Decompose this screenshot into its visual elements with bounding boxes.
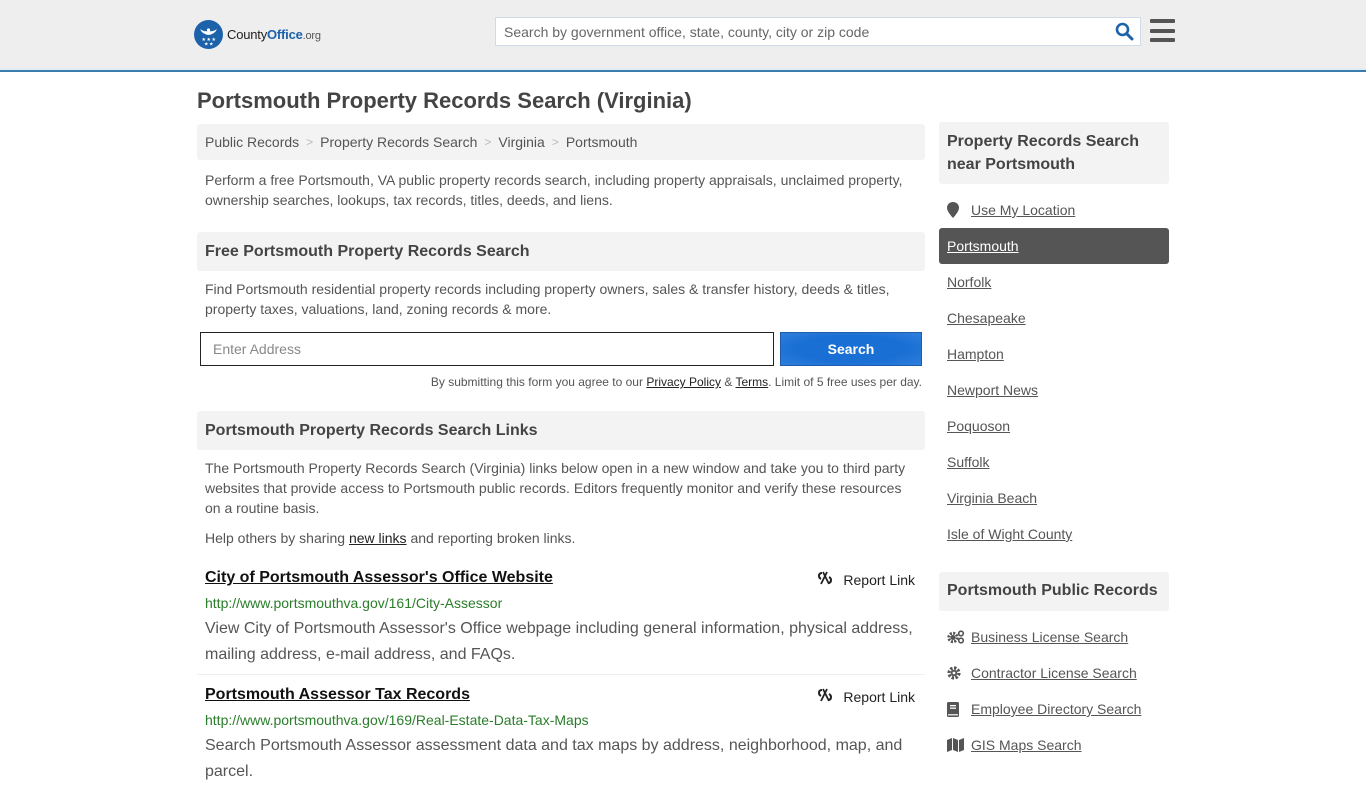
public-record-link[interactable]: Employee Directory Search (971, 701, 1141, 717)
nearby-link[interactable]: Norfolk (947, 274, 991, 290)
nearby-item-virginia-beach[interactable]: Virginia Beach (939, 480, 1169, 516)
hamburger-menu-icon[interactable] (1150, 19, 1175, 42)
public-record-gis-maps[interactable]: GIS Maps Search (939, 727, 1169, 763)
nearby-heading: Property Records Search near Portsmouth (939, 122, 1169, 184)
nearby-link[interactable]: Chesapeake (947, 310, 1026, 326)
terms-prefix: By submitting this form you agree to our (430, 375, 647, 389)
nearby-link[interactable]: Virginia Beach (947, 490, 1037, 506)
link-title[interactable]: Portsmouth Assessor Tax Records (205, 686, 470, 704)
breadcrumb-public-records[interactable]: Public Records (205, 134, 299, 150)
use-my-location-link[interactable]: Use My Location (971, 202, 1075, 218)
nearby-item-poquoson[interactable]: Poquoson (939, 408, 1169, 444)
nearby-item-portsmouth[interactable]: Portsmouth (939, 228, 1169, 264)
free-search-heading: Free Portsmouth Property Records Search (197, 232, 925, 271)
nearby-link[interactable]: Suffolk (947, 454, 990, 470)
public-record-employee-directory[interactable]: Employee Directory Search (939, 691, 1169, 727)
eagle-logo-icon: ★ ★ ★ ★ ★ (194, 20, 223, 49)
map-marker-icon (947, 202, 971, 218)
report-link-label: Report Link (843, 688, 915, 705)
public-records-heading: Portsmouth Public Records (939, 572, 1169, 611)
terms-link[interactable]: Terms (735, 375, 768, 389)
links-section-heading: Portsmouth Property Records Search Links (197, 411, 925, 450)
report-link-button[interactable]: Report Link (817, 570, 915, 589)
public-record-link[interactable]: Contractor License Search (971, 665, 1137, 681)
nearby-link[interactable]: Isle of Wight County (947, 526, 1072, 542)
report-link-button[interactable]: Report Link (817, 687, 915, 706)
page-title: Portsmouth Property Records Search (Virg… (197, 88, 692, 113)
nearby-item-isle-of-wight-county[interactable]: Isle of Wight County (939, 516, 1169, 552)
menu-bar (1150, 19, 1175, 23)
link-description: View City of Portsmouth Assessor's Offic… (205, 620, 913, 663)
public-record-link[interactable]: GIS Maps Search (971, 737, 1082, 753)
site-logo[interactable]: ★ ★ ★ ★ ★ CountyOffice.org (194, 20, 321, 49)
search-icon[interactable] (1108, 18, 1140, 45)
public-record-link[interactable]: Business License Search (971, 629, 1128, 645)
new-links-link[interactable]: new links (349, 530, 407, 546)
nearby-item-suffolk[interactable]: Suffolk (939, 444, 1169, 480)
breadcrumb-separator: > (306, 135, 314, 149)
breadcrumb: Public Records > Property Records Search… (197, 124, 925, 160)
gear-icon (947, 666, 971, 680)
nearby-item-newport-news[interactable]: Newport News (939, 372, 1169, 408)
gears-icon (947, 630, 971, 644)
broken-link-icon (817, 570, 833, 589)
terms-notice: By submitting this form you agree to our… (200, 375, 922, 389)
nearby-item-norfolk[interactable]: Norfolk (939, 264, 1169, 300)
help-prefix: Help others by sharing (205, 530, 349, 546)
link-title[interactable]: City of Portsmouth Assessor's Office Web… (205, 569, 553, 587)
report-link-label: Report Link (843, 571, 915, 588)
terms-amp: & (721, 375, 736, 389)
nearby-item-hampton[interactable]: Hampton (939, 336, 1169, 372)
link-url: http://www.portsmouthva.gov/161/City-Ass… (205, 595, 503, 611)
map-icon (947, 738, 971, 752)
site-header: ★ ★ ★ ★ ★ CountyOffice.org (0, 0, 1366, 72)
address-input[interactable] (200, 332, 774, 366)
public-record-contractor-license[interactable]: Contractor License Search (939, 655, 1169, 691)
breadcrumb-virginia[interactable]: Virginia (498, 134, 544, 150)
book-icon (947, 701, 971, 717)
links-section-description: The Portsmouth Property Records Search (… (205, 460, 906, 516)
public-record-business-license[interactable]: Business License Search (939, 619, 1169, 655)
breadcrumb-separator: > (551, 135, 559, 149)
breadcrumb-separator: > (484, 135, 492, 149)
menu-bar (1150, 28, 1175, 33)
logo-wordmark: CountyOffice.org (227, 27, 321, 42)
menu-bar (1150, 38, 1175, 42)
breadcrumb-property-records-search[interactable]: Property Records Search (320, 134, 477, 150)
svg-text:★: ★ (209, 42, 214, 48)
breadcrumb-portsmouth[interactable]: Portsmouth (566, 134, 638, 150)
link-description: Search Portsmouth Assessor assessment da… (205, 737, 903, 780)
terms-suffix: . Limit of 5 free uses per day. (768, 375, 922, 389)
nearby-item-chesapeake[interactable]: Chesapeake (939, 300, 1169, 336)
broken-link-icon (817, 687, 833, 706)
nearby-link[interactable]: Hampton (947, 346, 1004, 362)
intro-text: Perform a free Portsmouth, VA public pro… (205, 172, 903, 208)
site-search-bar (495, 17, 1141, 46)
nearby-link[interactable]: Poquoson (947, 418, 1010, 434)
privacy-policy-link[interactable]: Privacy Policy (646, 375, 721, 389)
free-search-description: Find Portsmouth residential property rec… (205, 281, 890, 317)
nearby-link[interactable]: Portsmouth (947, 238, 1019, 254)
help-suffix: and reporting broken links. (406, 530, 576, 546)
header-accent-line (0, 68, 1366, 70)
use-my-location[interactable]: Use My Location (939, 192, 1169, 228)
address-search-button[interactable]: Search (780, 332, 922, 366)
link-divider (197, 674, 925, 675)
help-text: Help others by sharing new links and rep… (205, 528, 917, 548)
site-search-input[interactable] (496, 18, 1108, 45)
link-url: http://www.portsmouthva.gov/169/Real-Est… (205, 712, 589, 728)
nearby-link[interactable]: Newport News (947, 382, 1038, 398)
